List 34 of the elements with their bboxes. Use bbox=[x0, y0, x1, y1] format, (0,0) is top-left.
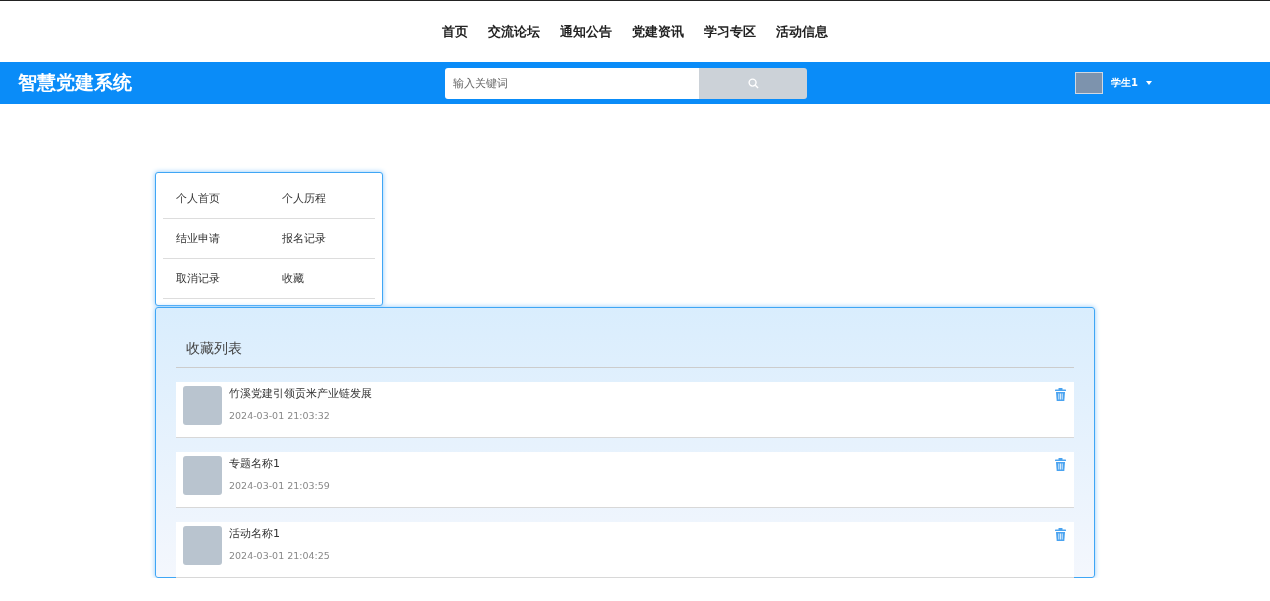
avatar-placeholder[interactable] bbox=[1075, 72, 1104, 94]
favorite-item[interactable]: 活动名称1 2024-03-01 21:04:25 bbox=[176, 522, 1074, 578]
menu-item[interactable]: 报名记录 bbox=[269, 219, 375, 259]
photo-placeholder bbox=[183, 526, 222, 565]
menu-item[interactable]: 取消记录 bbox=[163, 259, 269, 299]
favorite-item[interactable]: 竹溪党建引领贡米产业链发展 2024-03-01 21:03:32 bbox=[176, 382, 1074, 438]
item-time: 2024-03-01 21:04:25 bbox=[229, 550, 330, 561]
search-button[interactable] bbox=[699, 67, 807, 99]
trash-icon[interactable] bbox=[1055, 458, 1066, 471]
nav-link[interactable]: 党建资讯 bbox=[632, 22, 684, 41]
nav-link[interactable]: 学习专区 bbox=[704, 22, 756, 41]
nav-link[interactable]: 通知公告 bbox=[560, 22, 612, 41]
menu-item[interactable]: 收藏 bbox=[269, 259, 375, 299]
photo-placeholder bbox=[183, 386, 222, 425]
item-title: 活动名称1 bbox=[229, 526, 281, 541]
search-field[interactable]: 输入关键词 bbox=[445, 67, 699, 99]
item-title: 专题名称1 bbox=[229, 456, 281, 471]
menu-item[interactable]: 个人历程 bbox=[269, 179, 375, 219]
menu-item[interactable]: 个人首页 bbox=[163, 179, 269, 219]
menu-item[interactable]: 结业申请 bbox=[163, 219, 269, 259]
panel-title: 收藏列表 bbox=[176, 340, 1074, 368]
nav-link[interactable]: 活动信息 bbox=[776, 22, 828, 41]
search-icon bbox=[747, 77, 759, 89]
item-title: 竹溪党建引领贡米产业链发展 bbox=[229, 386, 372, 401]
trash-icon[interactable] bbox=[1055, 528, 1066, 541]
favorite-item[interactable]: 专题名称1 2024-03-01 21:03:59 bbox=[176, 452, 1074, 508]
site-title: 智慧党建系统 bbox=[18, 70, 133, 95]
item-time: 2024-03-01 21:03:32 bbox=[229, 410, 331, 421]
nav-link[interactable]: 首页 bbox=[442, 22, 468, 41]
caret-icon[interactable] bbox=[1146, 81, 1152, 85]
nav-link[interactable]: 交流论坛 bbox=[488, 22, 540, 41]
trash-icon[interactable] bbox=[1055, 388, 1066, 401]
item-time: 2024-03-01 21:03:59 bbox=[229, 480, 330, 491]
photo-placeholder bbox=[183, 456, 222, 495]
